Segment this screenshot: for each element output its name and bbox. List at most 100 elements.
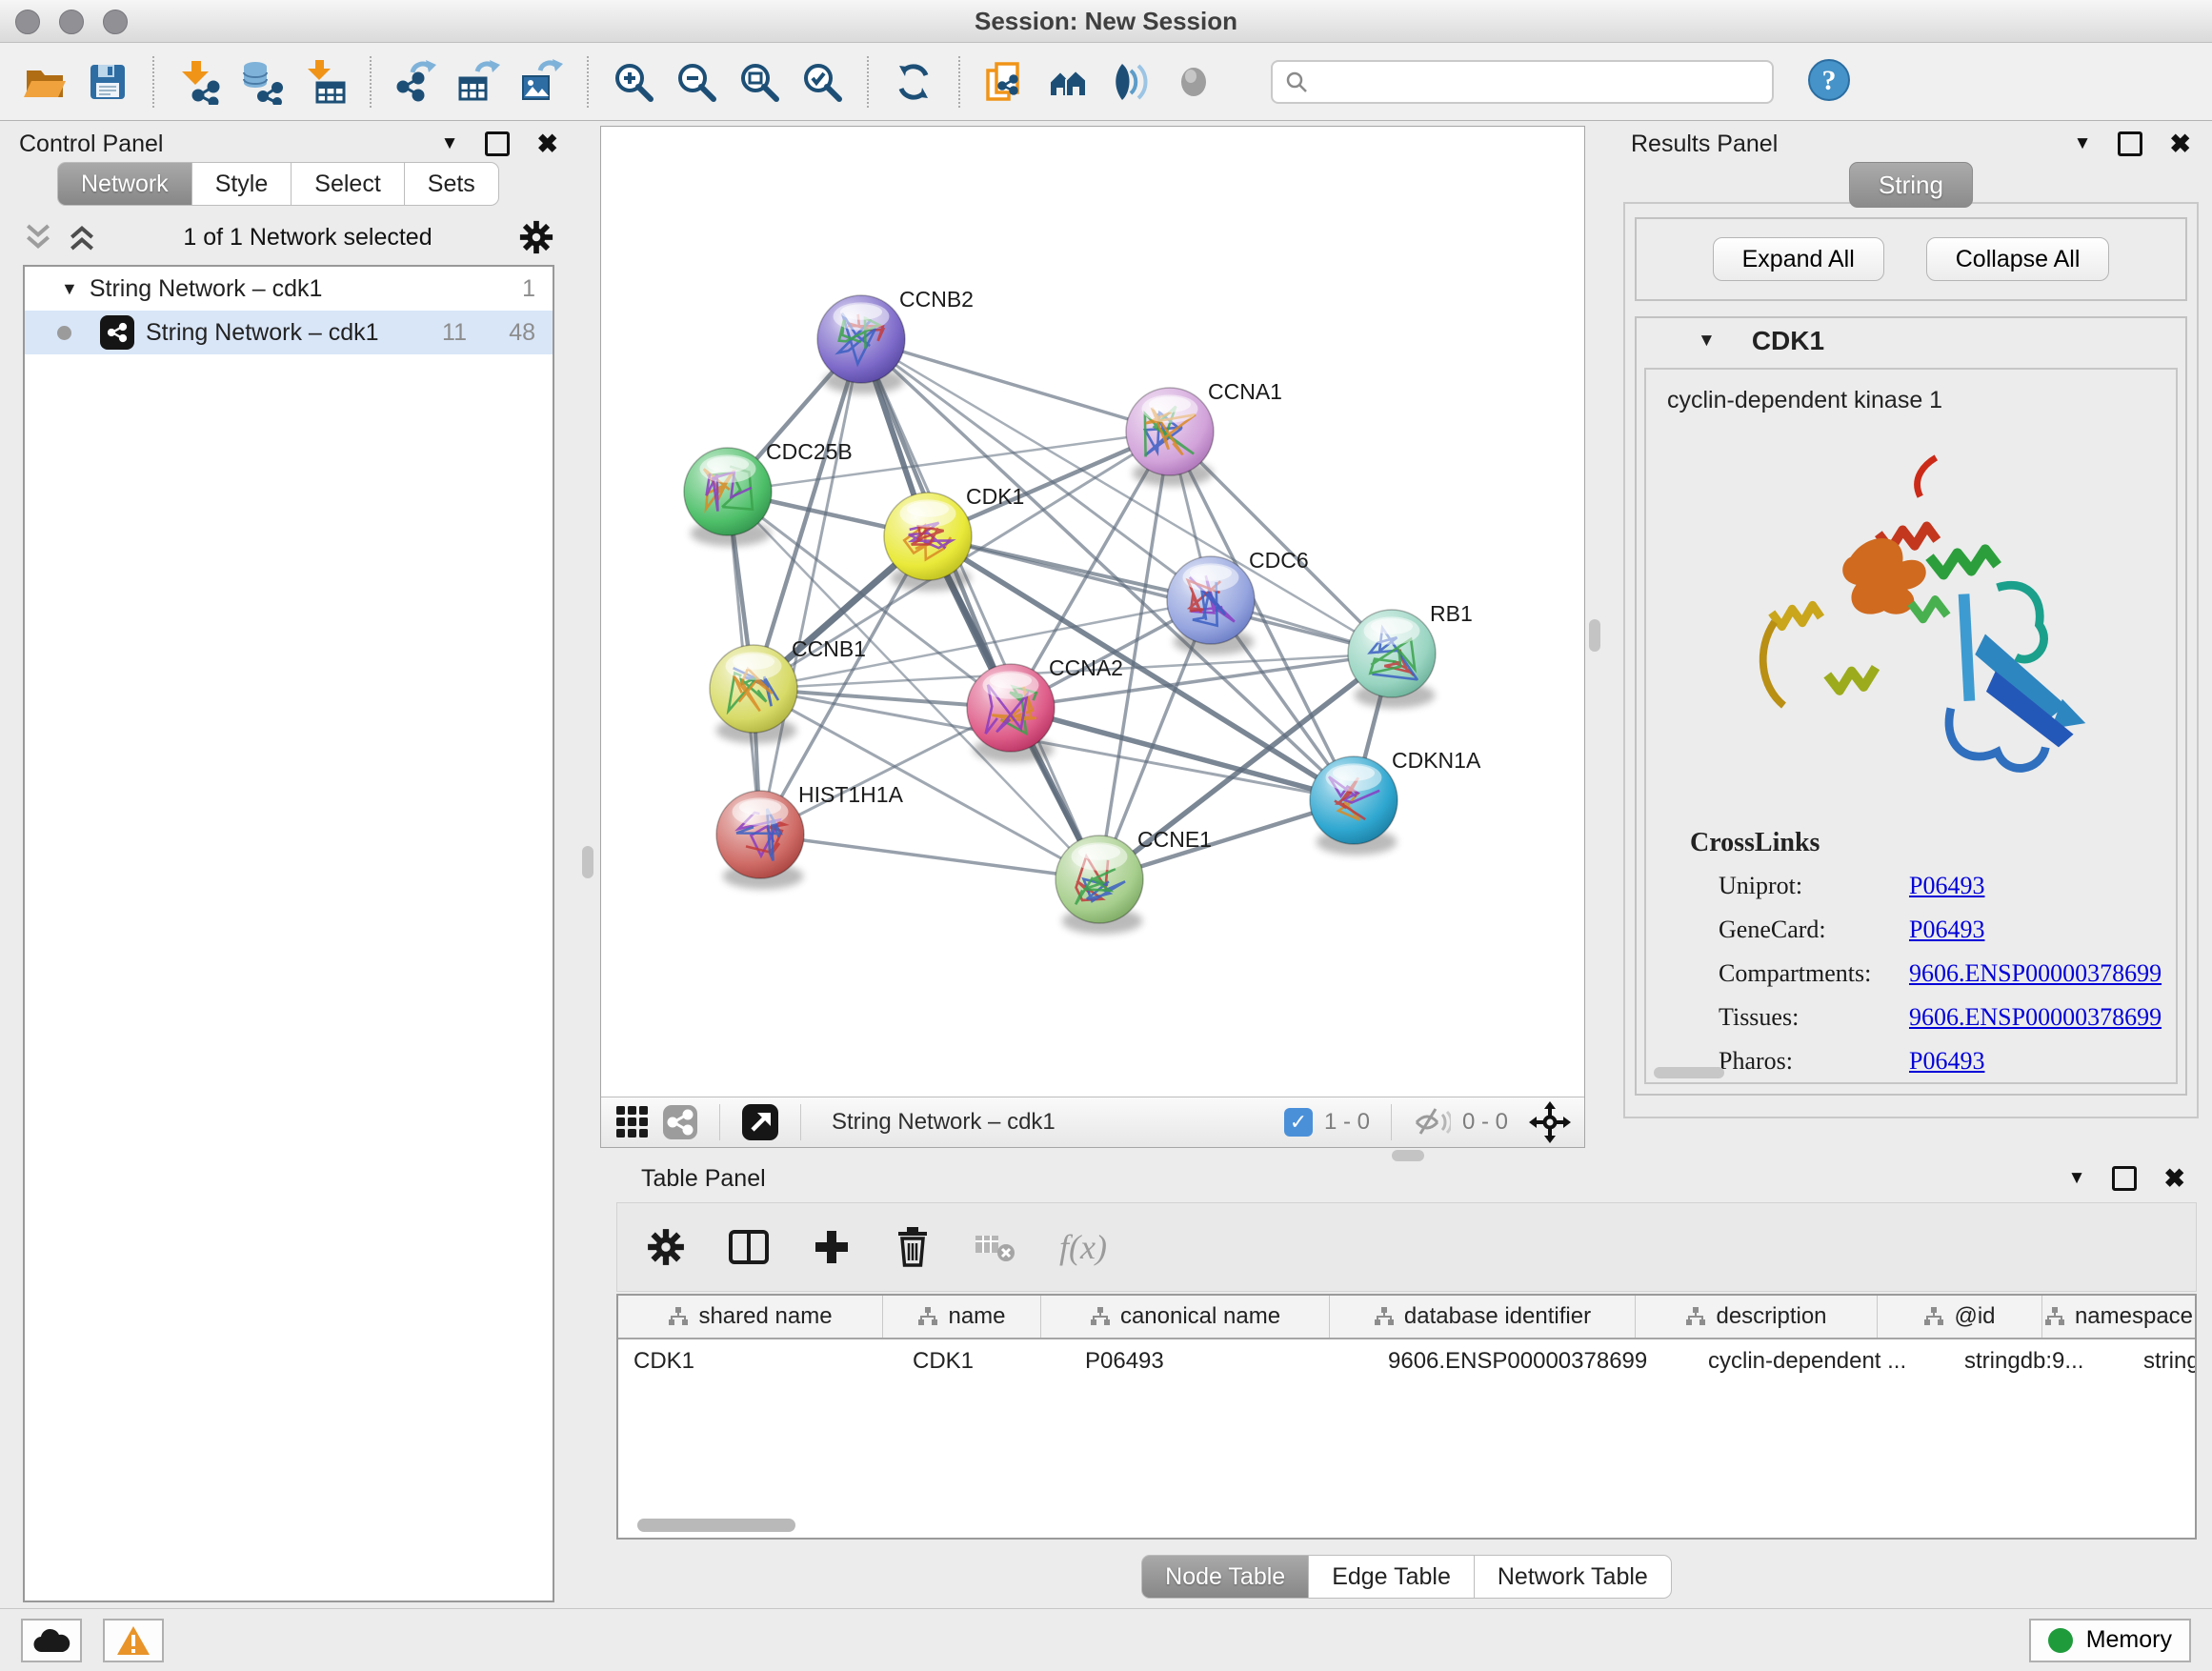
apply-layout-button[interactable] — [884, 50, 943, 113]
table-cell[interactable]: stringdb:9... — [1949, 1339, 2128, 1383]
horizontal-scrollbar-thumb[interactable] — [1654, 1067, 1724, 1078]
crosslink-link[interactable]: 9606.ENSP00000378699 — [1909, 1003, 2162, 1032]
network-node-rb1[interactable]: RB1 — [1348, 601, 1473, 709]
network-node-cdk1[interactable]: CDK1 — [884, 484, 1024, 592]
panel-close-icon[interactable]: ✖ — [536, 134, 558, 153]
horizontal-scrollbar-thumb[interactable] — [637, 1519, 795, 1532]
network-collection-row[interactable]: ▼ String Network – cdk1 1 — [25, 267, 553, 311]
column-header-canonicalname[interactable]: canonical name — [1041, 1296, 1330, 1338]
tree-expand-triangle-icon: ▼ — [61, 279, 78, 299]
delete-table-button[interactable] — [974, 1230, 1017, 1264]
table-cell[interactable]: CDK1 — [618, 1339, 897, 1383]
crosslink-link[interactable]: P06493 — [1909, 916, 1984, 944]
zoom-fit-button[interactable] — [730, 50, 789, 113]
panel-float-icon[interactable] — [485, 131, 510, 156]
panel-float-icon[interactable] — [2112, 1166, 2137, 1191]
pan-navigate-button[interactable] — [1529, 1101, 1571, 1143]
import-network-database-button[interactable] — [232, 50, 292, 113]
zoom-out-button[interactable] — [667, 50, 726, 113]
network-node-cdc6[interactable]: CDC6 — [1167, 548, 1309, 655]
tab-string[interactable]: String — [1849, 162, 1973, 208]
table-cell[interactable]: P06493 — [1070, 1339, 1373, 1383]
network-node-hist1h1a[interactable]: HIST1H1A — [716, 782, 904, 890]
crosslink-link[interactable]: P06493 — [1909, 872, 1984, 900]
clone-network-button[interactable] — [975, 50, 1035, 113]
function-builder-icon[interactable]: f(x) — [1059, 1227, 1107, 1267]
delete-columns-button[interactable] — [894, 1226, 932, 1268]
birdseye-view-button[interactable] — [614, 1104, 651, 1140]
tab-select[interactable]: Select — [291, 162, 404, 206]
network-row[interactable]: String Network – cdk1 11 48 — [25, 311, 553, 354]
zoom-fit-icon — [736, 59, 782, 105]
selected-checkbox[interactable]: ✓ — [1284, 1108, 1313, 1137]
column-header-id[interactable]: @id — [1878, 1296, 2042, 1338]
table-cell[interactable]: cyclin-dependent ... — [1693, 1339, 1949, 1383]
crosslink-link[interactable]: P06493 — [1909, 1047, 1984, 1076]
table-cell[interactable]: CDK1 — [897, 1339, 1070, 1383]
panel-menu-icon[interactable]: ▼ — [441, 133, 459, 154]
help-button[interactable]: ? — [1806, 57, 1852, 106]
left-splitter-handle[interactable] — [582, 846, 593, 878]
panel-close-icon[interactable]: ✖ — [2169, 134, 2191, 153]
collapse-all-networks-button[interactable] — [23, 222, 53, 252]
cloud-status-button[interactable] — [21, 1619, 82, 1662]
memory-button[interactable]: Memory — [2029, 1619, 2191, 1662]
tab-edge-table[interactable]: Edge Table — [1308, 1555, 1475, 1599]
toggle-details-button[interactable] — [1164, 50, 1223, 113]
open-session-button[interactable] — [15, 50, 74, 113]
save-session-button[interactable] — [78, 50, 137, 113]
column-header-databaseidentifier[interactable]: database identifier — [1330, 1296, 1636, 1338]
network-edge-cdk1-rb1[interactable] — [928, 536, 1392, 654]
network-node-ccnb2[interactable]: CCNB2 — [817, 287, 974, 394]
network-node-ccne1[interactable]: CCNE1 — [1056, 827, 1212, 935]
hidden-eye-icon[interactable] — [1413, 1105, 1451, 1139]
expand-all-networks-button[interactable] — [67, 222, 97, 252]
panel-menu-icon[interactable]: ▼ — [2068, 1168, 2086, 1189]
panel-close-icon[interactable]: ✖ — [2163, 1169, 2185, 1188]
network-options-gear-button[interactable] — [518, 219, 554, 255]
column-header-namespace[interactable]: namespace — [2042, 1296, 2196, 1338]
tab-style[interactable]: Style — [191, 162, 292, 206]
export-network-button[interactable] — [387, 50, 446, 113]
create-column-button[interactable] — [812, 1227, 852, 1267]
network-edge-ccnb2-ccna1[interactable] — [861, 339, 1170, 432]
warnings-button[interactable] — [103, 1619, 164, 1662]
tab-node-table[interactable]: Node Table — [1141, 1555, 1309, 1599]
network-edge-ccnb2-hist1h1a[interactable] — [760, 339, 861, 835]
import-table-file-button[interactable] — [295, 50, 354, 113]
network-canvas[interactable]: CCNB2CCNA1CDC25BCDK1CDC6RB1CCNB1CCNA2CDK… — [601, 127, 1584, 1097]
enhance-annotations-button[interactable] — [1101, 50, 1160, 113]
network-node-ccna1[interactable]: CCNA1 — [1126, 379, 1282, 487]
column-header-sharedname[interactable]: shared name — [618, 1296, 883, 1338]
network-node-cdc25b[interactable]: CDC25B — [684, 439, 853, 547]
open-view-in-window-button[interactable] — [741, 1103, 779, 1141]
export-image-button[interactable] — [513, 50, 572, 113]
show-columns-button[interactable] — [728, 1227, 770, 1267]
string-home-button[interactable] — [1038, 50, 1097, 113]
network-edge-hist1h1a-ccne1[interactable] — [760, 835, 1099, 879]
collapse-all-button[interactable]: Collapse All — [1926, 237, 2110, 281]
table-cell[interactable]: stringdb — [2128, 1339, 2197, 1383]
tab-network[interactable]: Network — [57, 162, 192, 206]
expand-all-button[interactable]: Expand All — [1713, 237, 1884, 281]
crosslink-link[interactable]: 9606.ENSP00000378699 — [1909, 959, 2162, 988]
column-header-name[interactable]: name — [883, 1296, 1041, 1338]
column-header-description[interactable]: description — [1636, 1296, 1878, 1338]
table-cell[interactable]: 9606.ENSP00000378699 — [1373, 1339, 1693, 1383]
export-table-button[interactable] — [450, 50, 509, 113]
zoom-in-button[interactable] — [604, 50, 663, 113]
import-network-file-button[interactable] — [170, 50, 229, 113]
search-input[interactable] — [1318, 68, 1760, 96]
node-label-ccnb1: CCNB1 — [792, 636, 866, 661]
panel-menu-icon[interactable]: ▼ — [2074, 133, 2092, 154]
right-splitter-handle[interactable] — [1589, 619, 1600, 652]
tab-network-table[interactable]: Network Table — [1474, 1555, 1672, 1599]
panel-float-icon[interactable] — [2118, 131, 2142, 156]
crosslinks-list: Uniprot:P06493GeneCard:P06493Compartment… — [1646, 864, 2176, 1083]
network-node-cdkn1a[interactable]: CDKN1A — [1310, 748, 1481, 856]
tab-sets[interactable]: Sets — [404, 162, 499, 206]
gene-section-header[interactable]: ▼ CDK1 — [1637, 318, 2185, 364]
table-options-gear-button[interactable] — [646, 1227, 686, 1267]
zoom-selected-button[interactable] — [793, 50, 852, 113]
string-style-button[interactable] — [662, 1104, 698, 1140]
